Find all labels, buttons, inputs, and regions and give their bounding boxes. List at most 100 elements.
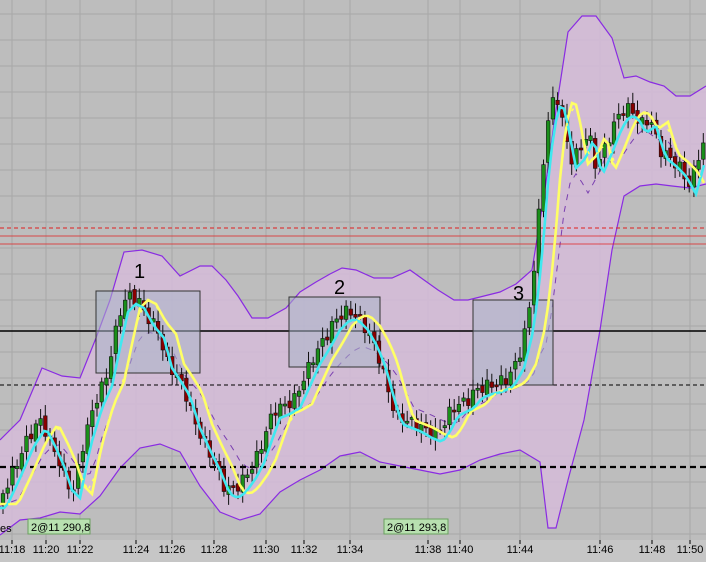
- candle-body: [273, 412, 278, 416]
- candle-body: [292, 393, 297, 409]
- candle-body: [231, 485, 236, 488]
- candle-body: [611, 121, 617, 145]
- candle-body: [90, 410, 95, 428]
- candle-body: [484, 379, 490, 395]
- x-tick-label: 11:40: [447, 544, 474, 556]
- marker-2: 2: [334, 277, 345, 299]
- x-tick-label: 11:18: [0, 544, 25, 556]
- candle-body: [99, 381, 104, 403]
- x-tick-label: 11:22: [67, 544, 94, 556]
- candle-body: [296, 390, 302, 397]
- x-tick-label: 11:50: [677, 544, 704, 556]
- candle-body: [38, 418, 43, 426]
- candle-body: [405, 420, 410, 424]
- candle-body: [442, 425, 447, 429]
- candle-body: [29, 433, 34, 440]
- candle-body: [503, 378, 509, 385]
- order-label-2: 2@11 293,8: [387, 522, 446, 534]
- x-tick-label: 11:30: [253, 544, 280, 556]
- candle-body: [254, 450, 259, 468]
- candle-body: [499, 375, 504, 386]
- candle-body: [113, 325, 118, 354]
- candle-body: [287, 400, 292, 409]
- candle-body: [494, 384, 499, 388]
- candle-body: [264, 431, 269, 452]
- candle-body: [475, 387, 480, 391]
- candle-body: [644, 120, 649, 126]
- candle-body: [127, 291, 133, 300]
- candle-body: [250, 469, 255, 474]
- candle-body: [118, 315, 123, 327]
- x-tick-label: 11:46: [587, 544, 614, 556]
- candle-body: [348, 308, 353, 316]
- candle-body: [339, 315, 344, 320]
- candle-body: [621, 113, 626, 116]
- candle-body: [531, 270, 537, 306]
- candle-body: [5, 487, 10, 494]
- candle-body: [701, 142, 706, 160]
- x-tick-label: 11:20: [33, 544, 60, 556]
- x-tick-label: 11:48: [639, 544, 666, 556]
- x-tick-label: 11:34: [337, 544, 364, 556]
- candle-body: [268, 413, 274, 430]
- candle-body: [320, 338, 325, 347]
- x-tick-label: 11:38: [415, 544, 442, 556]
- order-label-1: 2@11 290,8: [31, 522, 90, 534]
- candle-body: [24, 435, 29, 453]
- candle-body: [508, 371, 513, 386]
- chart-area: es 1 2 3 2@11 290,8 2@11 293,8 11:18 11:2…: [0, 0, 706, 562]
- candle-body: [306, 362, 311, 379]
- candle-body: [311, 362, 316, 366]
- candle-body: [588, 135, 593, 141]
- candle-body: [447, 406, 452, 426]
- candle-body: [245, 474, 250, 479]
- price-chart: es 1 2 3 2@11 290,8 2@11 293,8 11:18 11:2…: [0, 0, 706, 562]
- candle-body: [0, 493, 6, 504]
- candle-body: [325, 336, 330, 341]
- candle-body: [282, 403, 288, 407]
- candle-body: [616, 113, 621, 120]
- candle-body: [602, 143, 607, 158]
- candle-body: [343, 305, 349, 320]
- candle-body: [132, 289, 137, 305]
- candle-body: [452, 409, 457, 413]
- x-axis: 11:18 11:20 11:22 11:24 11:26 11:28 11:30 11:32…: [0, 540, 706, 562]
- candle-body: [527, 307, 532, 329]
- x-tick-label: 11:32: [291, 544, 318, 556]
- candle-body: [104, 377, 109, 386]
- x-tick-label: 11:24: [123, 544, 150, 556]
- candle-body: [550, 97, 555, 120]
- candle-body: [541, 164, 546, 212]
- candle-body: [480, 385, 485, 393]
- candle-body: [555, 99, 560, 105]
- candle-body: [461, 397, 466, 402]
- candle-body: [334, 318, 339, 323]
- candle-body: [353, 314, 358, 318]
- candle-body: [546, 120, 551, 163]
- candle-body: [489, 381, 494, 388]
- candle-body: [94, 402, 100, 409]
- x-tick-label: 11:26: [159, 544, 186, 556]
- candle-body: [43, 415, 48, 437]
- candle-body: [301, 380, 306, 391]
- candle-body: [630, 103, 635, 114]
- candle-body: [259, 449, 264, 454]
- x-tick-label: 11:44: [507, 544, 534, 556]
- candle-body: [456, 403, 462, 412]
- candle-body: [578, 147, 584, 151]
- candle-body: [19, 453, 24, 470]
- candle-body: [696, 160, 701, 170]
- candle-body: [668, 147, 673, 158]
- candle-body: [649, 122, 654, 125]
- x-tick-label: 11:28: [201, 544, 228, 556]
- marker-1: 1: [134, 261, 145, 283]
- marker-3: 3: [513, 283, 524, 305]
- candle-body: [109, 356, 114, 379]
- candle-body: [33, 423, 38, 442]
- edge-label: es: [0, 523, 12, 535]
- candle-body: [466, 398, 471, 406]
- candle-body: [315, 348, 321, 366]
- candle-body: [625, 103, 631, 118]
- candle-body: [80, 451, 85, 463]
- candle-body: [10, 467, 15, 486]
